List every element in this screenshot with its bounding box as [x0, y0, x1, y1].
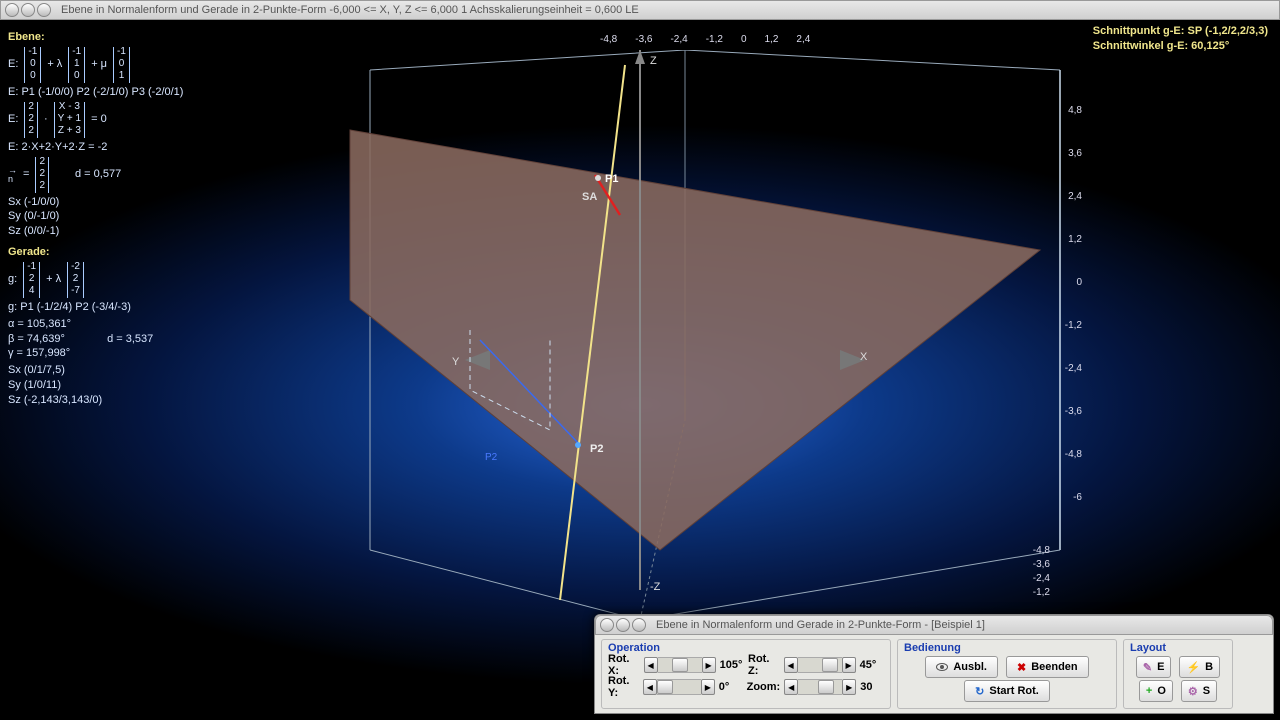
layout-e-button[interactable]: ✎E	[1136, 656, 1172, 678]
layout-label: Layout	[1130, 642, 1226, 654]
axis-x-label: X	[860, 351, 868, 363]
rotz-label: Rot. Z:	[748, 653, 780, 677]
ctrl-max-icon[interactable]	[632, 618, 646, 632]
line-points: g: P1 (-1/2/4) P2 (-3/4/-3)	[8, 300, 308, 315]
layout-group: Layout ✎E ⚡B +O ⚙S	[1123, 639, 1233, 709]
axis-y-label: Y	[452, 356, 460, 368]
refresh-icon: ↻	[975, 685, 984, 698]
axis-z-label: Z	[650, 55, 657, 67]
ctrl-close-icon[interactable]	[600, 618, 614, 632]
start-rotation-button[interactable]: ↻Start Rot.	[964, 680, 1050, 702]
zoom-label: Zoom:	[747, 681, 781, 693]
line-sy: Sy (1/0/11)	[8, 378, 308, 393]
plane-param-eq: E: -100 + λ -110 + μ -101	[8, 47, 308, 83]
plane-sy: Sy (0/-1/0)	[8, 209, 308, 224]
rotx-label: Rot. X:	[608, 653, 640, 677]
label-p1: P1	[605, 173, 618, 185]
zoom-value: 30	[860, 681, 884, 693]
main-titlebar: Ebene in Normalenform und Gerade in 2-Pu…	[0, 0, 1280, 20]
axis-right-ticks: 4,83,62,41,20-1,2-2,4-3,6-4,8-6	[1052, 105, 1082, 535]
control-window: Ebene in Normalenform und Gerade in 2-Pu…	[594, 614, 1274, 714]
result-point: Schnittpunkt g-E: SP (-1,2/2,2/3,3)	[1093, 24, 1268, 39]
arrow-right-icon: ▶	[702, 657, 716, 673]
rotz-scroll[interactable]: ◀▶	[784, 657, 856, 673]
roty-value: 0°	[719, 681, 743, 693]
roty-label: Rot. Y:	[608, 675, 639, 699]
plane-header: Ebene:	[8, 30, 308, 45]
intersection-results: Schnittpunkt g-E: SP (-1,2/2,2/3,3) Schn…	[1093, 24, 1268, 55]
ausblenden-button[interactable]: Ausbl.	[925, 656, 998, 678]
result-angle: Schnittwinkel g-E: 60,125°	[1093, 39, 1268, 54]
zoom-scroll[interactable]: ◀▶	[784, 679, 856, 695]
bedienung-label: Bedienung	[904, 642, 1110, 654]
line-param-eq: g: -124 + λ -22-7	[8, 262, 308, 298]
plane-normal-vec: → n = 222 d = 0,577	[8, 157, 308, 193]
label-p2b: P2	[485, 452, 498, 463]
label-p2: P2	[590, 443, 603, 455]
window-max-icon[interactable]	[37, 3, 51, 17]
plane-normal-eq: E: 222 · X - 3Y + 1Z + 3 = 0	[8, 102, 308, 138]
rotz-value: 45°	[860, 659, 884, 671]
line-header: Gerade:	[8, 245, 308, 260]
operation-group: Operation Rot. X: ◀▶ 105° Rot. Z: ◀▶ 45°…	[601, 639, 891, 709]
window-min-icon[interactable]	[21, 3, 35, 17]
gear-icon: ⚙	[1188, 685, 1198, 698]
window-close-icon[interactable]	[5, 3, 19, 17]
line-sx: Sx (0/1/7,5)	[8, 363, 308, 378]
line-angles: α = 105,361°β = 74,639°γ = 157,998° d = …	[8, 317, 308, 362]
control-title: Ebene in Normalenform und Gerade in 2-Pu…	[650, 619, 985, 631]
cube-scene: P1 SA P2 P2 Z -Z X Y -4,8-3,6-2,4-1,201,…	[320, 50, 1090, 620]
roty-scroll[interactable]: ◀▶	[643, 679, 715, 695]
plane-points: E: P1 (-1/0/0) P2 (-2/1/0) P3 (-2/0/1)	[8, 85, 308, 100]
ctrl-min-icon[interactable]	[616, 618, 630, 632]
layout-o-button[interactable]: +O	[1139, 680, 1173, 702]
operation-label: Operation	[608, 642, 884, 654]
cube-svg: P1 SA P2 P2 Z -Z X Y	[320, 50, 1090, 650]
plus-icon: +	[1146, 685, 1152, 697]
pencil-icon: ✎	[1143, 661, 1152, 674]
layout-b-button[interactable]: ⚡B	[1179, 656, 1220, 678]
beenden-button[interactable]: ✖Beenden	[1006, 656, 1089, 678]
math-panel: Ebene: E: -100 + λ -110 + μ -101 E: P1 (…	[8, 26, 308, 408]
bedienung-group: Bedienung Ausbl. ✖Beenden ↻Start Rot.	[897, 639, 1117, 709]
control-titlebar: Ebene in Normalenform und Gerade in 2-Pu…	[595, 615, 1273, 635]
viewport-3d[interactable]: Schnittpunkt g-E: SP (-1,2/2,2/3,3) Schn…	[0, 20, 1280, 720]
label-sa: SA	[582, 191, 597, 203]
wand-icon: ⚡	[1186, 661, 1200, 674]
plane-sx: Sx (-1/0/0)	[8, 195, 308, 210]
axis-br-ticks: -4,8-3,6-2,4-1,2	[1033, 545, 1050, 598]
line-sz: Sz (-2,143/3,143/0)	[8, 393, 308, 408]
plane-cartesian: E: 2·X+2·Y+2·Z = -2	[8, 140, 308, 155]
layout-s-button[interactable]: ⚙S	[1181, 680, 1217, 702]
rotx-value: 105°	[720, 659, 744, 671]
rotx-scroll[interactable]: ◀▶	[644, 657, 716, 673]
axis-mz-label: -Z	[650, 581, 661, 593]
x-icon: ✖	[1017, 661, 1026, 674]
plane-sz: Sz (0/0/-1)	[8, 224, 308, 239]
axis-top-ticks: -4,8-3,6-2,4-1,201,22,4	[600, 34, 810, 45]
window-title: Ebene in Normalenform und Gerade in 2-Pu…	[55, 4, 639, 16]
eye-icon	[936, 663, 948, 671]
arrow-left-icon: ◀	[644, 657, 658, 673]
